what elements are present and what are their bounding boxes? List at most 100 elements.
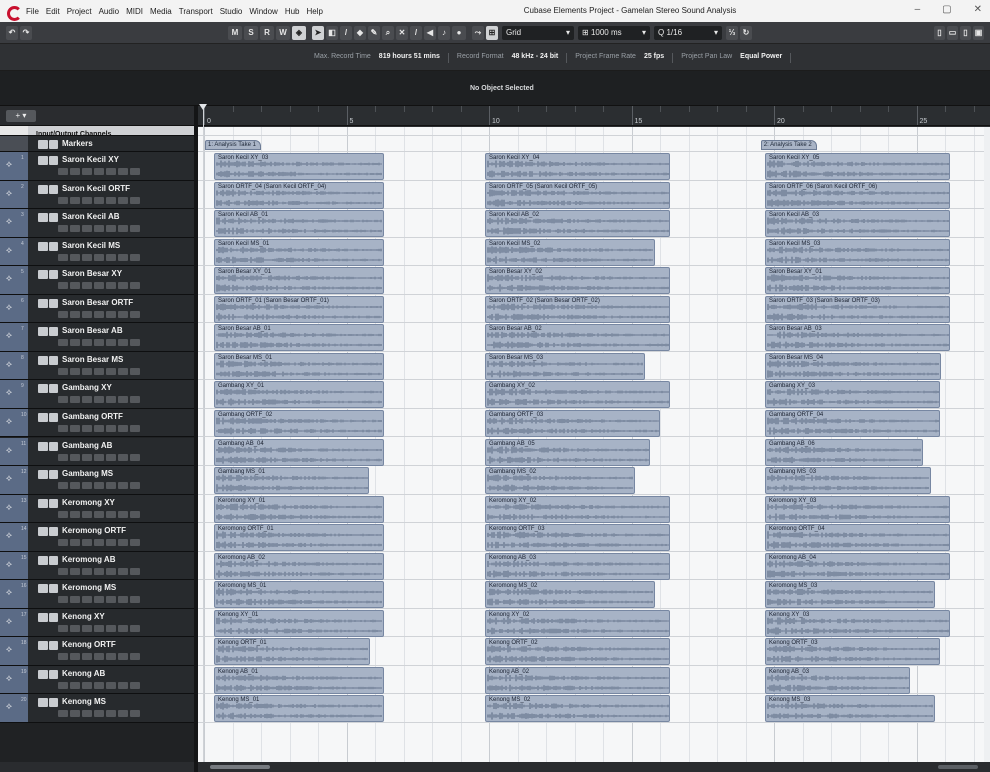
record-enable-icon[interactable] [58, 339, 68, 347]
audio-event[interactable]: Saron Besar MS_01 [214, 352, 384, 380]
mute-solo-buttons[interactable] [38, 241, 58, 251]
solo-icon[interactable] [48, 270, 58, 280]
write-icon[interactable] [94, 567, 104, 575]
write-icon[interactable] [94, 710, 104, 718]
read-icon[interactable] [82, 681, 92, 689]
read-icon[interactable] [82, 653, 92, 661]
vertical-scrollbar[interactable] [984, 127, 990, 762]
edit-icon[interactable] [106, 681, 116, 689]
solo-icon[interactable] [48, 612, 58, 622]
audio-event[interactable]: Keromong XY_03 [765, 495, 950, 523]
lane-icon[interactable] [130, 367, 140, 375]
monitor-icon[interactable] [70, 339, 80, 347]
audio-event[interactable]: Gambang MS_01 [214, 467, 369, 495]
object-selection-tool-icon[interactable]: ➤ [312, 26, 324, 40]
freeze-icon[interactable] [118, 310, 128, 318]
record-enable-icon[interactable] [58, 453, 68, 461]
read-icon[interactable] [82, 339, 92, 347]
marker-track[interactable]: Markers [0, 136, 194, 152]
audio-track[interactable]: ⟡ 7 Saron Besar AB [0, 323, 194, 352]
audio-event[interactable]: Gambang AB_06 [765, 438, 923, 466]
lane-icon[interactable] [130, 168, 140, 175]
monitor-icon[interactable] [70, 567, 80, 575]
audio-event[interactable]: Keromong AB_04 [765, 552, 950, 580]
lane-icon[interactable] [130, 453, 140, 461]
record-enable-icon[interactable] [58, 396, 68, 404]
audio-track[interactable]: ⟡ 1 Saron Kecil XY [0, 152, 194, 181]
solo-icon[interactable] [48, 156, 58, 165]
read-icon[interactable] [82, 624, 92, 632]
write-icon[interactable] [94, 539, 104, 547]
audio-event[interactable]: Saron Kecil AB_03 [765, 210, 950, 238]
read-icon[interactable] [82, 710, 92, 718]
mute-solo-buttons[interactable] [38, 412, 58, 422]
minimize-icon[interactable]: – [915, 4, 921, 15]
edit-icon[interactable] [106, 482, 116, 490]
lane-icon[interactable] [130, 710, 140, 718]
iterative-quantize-icon[interactable]: ↻ [740, 26, 752, 40]
audio-event[interactable]: Saron Kecil AB_01 [214, 210, 384, 238]
audio-event[interactable]: Saron Kecil MS_03 [765, 238, 950, 266]
read-icon[interactable] [82, 539, 92, 547]
write-icon[interactable] [94, 624, 104, 632]
record-enable-icon[interactable] [58, 310, 68, 318]
read-automation-button[interactable]: R [260, 26, 274, 40]
mute-icon[interactable] [38, 384, 48, 394]
mute-icon[interactable] [38, 213, 48, 223]
audio-track[interactable]: ⟡ 12 Gambang MS [0, 466, 194, 495]
audio-event[interactable]: Keromong AB_02 [214, 552, 384, 580]
read-icon[interactable] [82, 453, 92, 461]
mute-solo-buttons[interactable] [38, 270, 58, 280]
audio-event[interactable]: Saron Besar XY_01 [765, 267, 950, 295]
edit-icon[interactable] [106, 453, 116, 461]
track-name[interactable]: Gambang XY [62, 383, 112, 392]
solo-icon[interactable] [48, 298, 58, 308]
menu-project[interactable]: Project [67, 7, 92, 16]
monitor-icon[interactable] [70, 624, 80, 632]
mute-icon[interactable] [38, 298, 48, 308]
read-icon[interactable] [82, 567, 92, 575]
mute-solo-buttons[interactable] [38, 584, 58, 594]
track-name[interactable]: Gambang AB [62, 441, 112, 450]
record-enable-icon[interactable] [58, 168, 68, 175]
lock-icon[interactable] [48, 140, 58, 149]
undo-button[interactable]: ↶ [6, 26, 18, 40]
write-icon[interactable] [94, 367, 104, 375]
audio-event[interactable]: Saron ORTF_01 (Saron Besar ORTF_01) [214, 295, 384, 323]
audio-track[interactable]: ⟡ 19 Kenong AB [0, 665, 194, 695]
solo-icon[interactable] [48, 641, 58, 651]
mute-solo-buttons[interactable] [38, 355, 58, 365]
edit-icon[interactable] [106, 282, 116, 290]
freeze-icon[interactable] [118, 424, 128, 432]
snap-type-select[interactable]: Grid ▾ [502, 26, 574, 40]
mute-icon[interactable] [38, 555, 48, 565]
read-icon[interactable] [82, 282, 92, 290]
write-icon[interactable] [94, 653, 104, 661]
lane-icon[interactable] [130, 567, 140, 575]
lane-icon[interactable] [130, 339, 140, 347]
menu-edit[interactable]: Edit [46, 7, 60, 16]
audio-event[interactable]: Keromong ORTF_04 [765, 524, 950, 552]
edit-icon[interactable] [106, 367, 116, 375]
track-name[interactable]: Keromong MS [62, 583, 116, 592]
audio-track[interactable]: ⟡ 5 Saron Besar XY [0, 266, 194, 295]
track-name[interactable]: Kenong AB [62, 669, 105, 678]
edit-icon[interactable] [106, 424, 116, 432]
audio-track[interactable]: ⟡ 6 Saron Besar ORTF [0, 294, 194, 324]
mute-solo-buttons[interactable] [38, 498, 58, 508]
solo-icon[interactable] [48, 184, 58, 194]
audio-event[interactable]: Keromong XY_01 [214, 495, 384, 523]
record-enable-icon[interactable] [58, 253, 68, 261]
record-enable-icon[interactable] [58, 482, 68, 490]
record-enable-icon[interactable] [58, 653, 68, 661]
freeze-icon[interactable] [118, 681, 128, 689]
audio-event[interactable]: Saron Besar MS_04 [765, 352, 941, 380]
menu-midi[interactable]: MIDI [126, 7, 143, 16]
audio-event[interactable]: Keromong MS_02 [485, 581, 655, 609]
lane-icon[interactable] [130, 624, 140, 632]
freeze-icon[interactable] [118, 339, 128, 347]
zoom-tool-icon[interactable]: ⌕ [382, 26, 394, 40]
audio-track[interactable]: ⟡ 9 Gambang XY [0, 380, 194, 409]
audio-event[interactable]: Saron Besar MS_03 [485, 352, 645, 380]
mute-solo-buttons[interactable] [38, 669, 58, 679]
